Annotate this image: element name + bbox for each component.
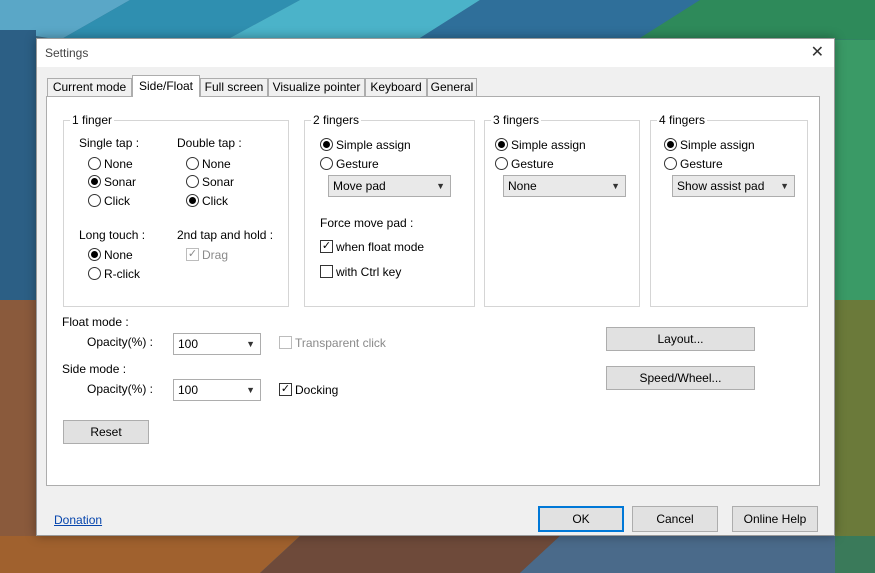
tab-side-float[interactable]: Side/Float — [132, 75, 200, 97]
three-fingers-gesture-radio[interactable] — [495, 157, 508, 170]
chevron-down-icon: ▼ — [436, 181, 445, 191]
double-tap-sonar-radio[interactable] — [186, 175, 199, 188]
two-fingers-simple-assign-label[interactable]: Simple assign — [336, 138, 411, 152]
transparent-click-checkbox — [279, 336, 292, 349]
tab-keyboard[interactable]: Keyboard — [365, 78, 427, 97]
four-fingers-simple-assign-radio[interactable] — [664, 138, 677, 151]
when-float-mode-checkbox[interactable]: ✓ — [320, 240, 333, 253]
layout-button[interactable]: Layout... — [606, 327, 755, 351]
single-tap-click-radio[interactable] — [88, 194, 101, 207]
side-mode-label: Side mode : — [62, 362, 127, 376]
single-tap-sonar-label[interactable]: Sonar — [104, 175, 136, 189]
double-tap-none-label[interactable]: None — [202, 157, 231, 171]
four-fingers-gesture-label[interactable]: Gesture — [680, 157, 723, 171]
float-opacity-value: 100 — [178, 337, 199, 351]
title-bar: Settings ✕ — [37, 39, 834, 67]
drag-label: Drag — [202, 248, 229, 262]
float-mode-label: Float mode : — [62, 315, 129, 329]
tab-full-screen[interactable]: Full screen — [200, 78, 268, 97]
double-tap-none-radio[interactable] — [186, 157, 199, 170]
group-3-fingers: 3 fingers Simple assign Gesture None ▼ — [484, 113, 640, 307]
group-title-3-fingers: 3 fingers — [491, 113, 542, 127]
long-touch-none-radio[interactable] — [88, 248, 101, 261]
long-touch-rclick-radio[interactable] — [88, 267, 101, 280]
side-opacity-select[interactable]: 100 ▼ — [173, 379, 261, 401]
docking-label[interactable]: Docking — [295, 383, 338, 397]
four-fingers-action-select[interactable]: Show assist pad ▼ — [672, 175, 795, 197]
two-fingers-gesture-label[interactable]: Gesture — [336, 157, 379, 171]
long-touch-label: Long touch : — [79, 228, 146, 242]
close-icon[interactable]: ✕ — [811, 42, 824, 62]
three-fingers-select-value: None — [508, 179, 537, 193]
group-title-1-finger: 1 finger — [70, 113, 115, 127]
group-2-fingers: 2 fingers Simple assign Gesture Move pad… — [304, 113, 475, 307]
tab-current-mode[interactable]: Current mode — [47, 78, 132, 97]
float-opacity-select[interactable]: 100 ▼ — [173, 333, 261, 355]
group-title-4-fingers: 4 fingers — [657, 113, 708, 127]
chevron-down-icon: ▼ — [611, 181, 620, 191]
side-opacity-value: 100 — [178, 383, 199, 397]
side-opacity-label: Opacity(%) : — [87, 382, 154, 396]
cancel-button[interactable]: Cancel — [632, 506, 718, 532]
group-4-fingers: 4 fingers Simple assign Gesture Show ass… — [650, 113, 808, 307]
tab-visualize-pointer[interactable]: Visualize pointer — [268, 78, 365, 97]
group-1-finger: 1 finger Single tap : None Sonar Click D… — [63, 113, 289, 307]
reset-button[interactable]: Reset — [63, 420, 149, 444]
two-fingers-gesture-radio[interactable] — [320, 157, 333, 170]
four-fingers-gesture-radio[interactable] — [664, 157, 677, 170]
when-float-mode-label[interactable]: when float mode — [336, 240, 424, 254]
single-tap-none-label[interactable]: None — [104, 157, 133, 171]
long-touch-none-label[interactable]: None — [104, 248, 133, 262]
two-fingers-action-select[interactable]: Move pad ▼ — [328, 175, 451, 197]
settings-dialog: Settings ✕ Current mode Side/Float Full … — [36, 38, 835, 536]
group-title-2-fingers: 2 fingers — [311, 113, 362, 127]
side-float-panel: 1 finger Single tap : None Sonar Click D… — [46, 96, 820, 486]
double-tap-click-label[interactable]: Click — [202, 194, 228, 208]
float-opacity-label: Opacity(%) : — [87, 335, 154, 349]
four-fingers-simple-assign-label[interactable]: Simple assign — [680, 138, 755, 152]
three-fingers-gesture-label[interactable]: Gesture — [511, 157, 554, 171]
single-tap-sonar-radio[interactable] — [88, 175, 101, 188]
double-tap-label: Double tap : — [177, 136, 242, 150]
docking-checkbox[interactable]: ✓ — [279, 383, 292, 396]
chevron-down-icon: ▼ — [246, 339, 255, 349]
three-fingers-action-select[interactable]: None ▼ — [503, 175, 626, 197]
with-ctrl-key-label[interactable]: with Ctrl key — [336, 265, 401, 279]
force-move-pad-label: Force move pad : — [320, 216, 414, 230]
four-fingers-select-value: Show assist pad — [677, 179, 765, 193]
transparent-click-label: Transparent click — [295, 336, 386, 350]
double-tap-sonar-label[interactable]: Sonar — [202, 175, 234, 189]
single-tap-click-label[interactable]: Click — [104, 194, 130, 208]
two-fingers-simple-assign-radio[interactable] — [320, 138, 333, 151]
chevron-down-icon: ▼ — [246, 385, 255, 395]
with-ctrl-key-checkbox[interactable] — [320, 265, 333, 278]
tab-general[interactable]: General — [427, 78, 477, 97]
drag-checkbox: ✓ — [186, 248, 199, 261]
long-touch-rclick-label[interactable]: R-click — [104, 267, 140, 281]
two-fingers-select-value: Move pad — [333, 179, 386, 193]
chevron-down-icon: ▼ — [780, 181, 789, 191]
donation-link[interactable]: Donation — [54, 513, 102, 527]
double-tap-click-radio[interactable] — [186, 194, 199, 207]
three-fingers-simple-assign-label[interactable]: Simple assign — [511, 138, 586, 152]
online-help-button[interactable]: Online Help — [732, 506, 818, 532]
window-title: Settings — [45, 46, 89, 60]
single-tap-none-radio[interactable] — [88, 157, 101, 170]
ok-button[interactable]: OK — [538, 506, 624, 532]
speed-wheel-button[interactable]: Speed/Wheel... — [606, 366, 755, 390]
three-fingers-simple-assign-radio[interactable] — [495, 138, 508, 151]
single-tap-label: Single tap : — [79, 136, 140, 150]
second-tap-hold-label: 2nd tap and hold : — [177, 228, 274, 242]
